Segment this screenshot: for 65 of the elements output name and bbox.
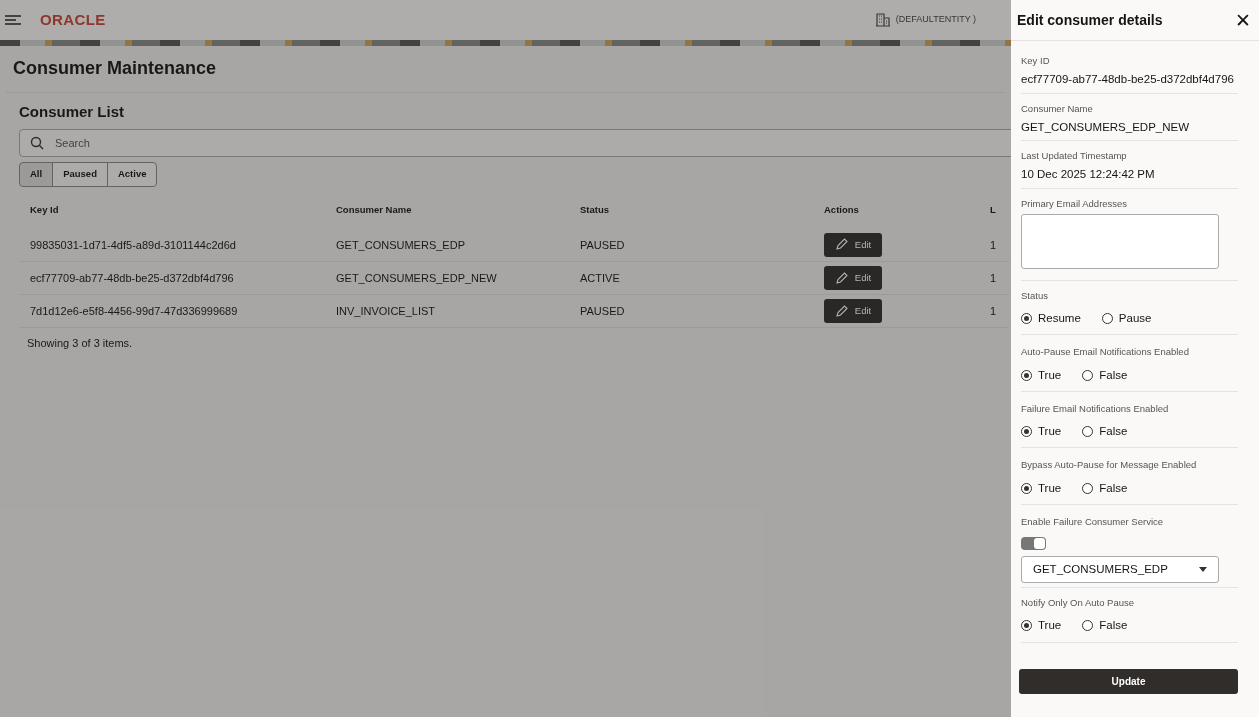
edit-button[interactable]: Edit — [824, 266, 882, 290]
table-cell: 99835031-1d71-4df5-a89d-3101144c2d6d — [30, 238, 236, 251]
field-value: ecf77709-ab77-48db-be25-d372dbf4d796 — [1021, 72, 1235, 88]
entity-label[interactable]: (DEFAULTENTITY ) — [895, 13, 976, 27]
field-label: Primary Email Addresses — [1021, 196, 1129, 211]
field-label: Enable Failure Consumer Service — [1021, 514, 1165, 529]
building-icon[interactable] — [875, 13, 890, 27]
pencil-icon — [834, 238, 848, 252]
table-cell: PAUSED — [580, 304, 625, 317]
radio-option[interactable]: True — [1021, 617, 1062, 635]
field-label: Notify Only On Auto Pause — [1021, 596, 1135, 610]
radio-option[interactable]: False — [1082, 479, 1128, 497]
item-count: Showing 3 of 3 items. — [27, 336, 134, 351]
radio-option[interactable]: False — [1082, 617, 1128, 635]
table-cell: 1 — [990, 271, 997, 284]
page-title: Consumer Maintenance — [13, 57, 218, 80]
close-button[interactable]: ✕ — [1233, 10, 1253, 30]
field-label: Status — [1021, 288, 1049, 303]
email-field[interactable] — [1021, 213, 1219, 269]
edit-button[interactable]: Edit — [824, 232, 882, 257]
field-label: Last Updated Timestamp — [1021, 149, 1128, 163]
table-cell: GET_CONSUMERS_EDP_NEW — [336, 271, 497, 284]
field-label: Key ID — [1021, 54, 1051, 68]
filter-button[interactable]: All — [19, 161, 54, 187]
field-label: Bypass Auto-Pause for Message Enabled — [1021, 458, 1198, 473]
table-cell: ecf77709-ab77-48db-be25-d372dbf4d796 — [30, 271, 234, 284]
table-cell: ACTIVE — [580, 271, 620, 284]
field-label: Failure Email Notifications Enabled — [1021, 401, 1170, 416]
caret-icon — [1199, 567, 1207, 572]
table-cell: INV_INVOICE_LIST — [336, 304, 436, 317]
radio-option[interactable]: True — [1021, 366, 1062, 384]
table-cell: 1 — [990, 238, 997, 251]
select-field[interactable]: GET_CONSUMERS_EDP — [1021, 556, 1219, 583]
menu-icon[interactable] — [5, 14, 21, 26]
toggle-switch[interactable] — [1021, 537, 1046, 550]
column-header: Actions — [824, 203, 859, 215]
filter-button[interactable]: Active — [106, 161, 158, 187]
radio-option[interactable]: False — [1082, 366, 1128, 384]
column-header: Key Id — [30, 203, 59, 215]
column-header: Status — [580, 203, 610, 215]
table-cell: 1 — [990, 304, 997, 317]
radio-option[interactable]: True — [1021, 423, 1062, 441]
pencil-icon — [834, 304, 848, 318]
panel-title: Edit consumer details — [1017, 10, 1163, 30]
field-value: 10 Dec 2025 12:24:42 PM — [1021, 167, 1156, 183]
search-field[interactable]: Search — [19, 128, 1011, 157]
pencil-icon — [834, 271, 848, 285]
table-cell: PAUSED — [580, 238, 625, 251]
edit-button[interactable]: Edit — [824, 299, 882, 323]
brand-logo: ORACLE — [40, 9, 106, 30]
table-cell: GET_CONSUMERS_EDP — [336, 238, 465, 251]
table-cell: 7d1d12e6-e5f8-4456-99d7-47d336999689 — [30, 304, 238, 317]
section-title: Consumer List — [19, 102, 125, 122]
search-icon — [30, 135, 44, 150]
field-label: Consumer Name — [1021, 101, 1094, 116]
column-header: L — [990, 203, 996, 215]
radio-option[interactable]: True — [1021, 479, 1062, 497]
radio-option[interactable]: Resume — [1021, 310, 1081, 328]
radio-option[interactable]: False — [1082, 423, 1128, 441]
column-header: Consumer Name — [336, 203, 412, 215]
update-button[interactable]: Update — [1019, 668, 1238, 694]
field-value: GET_CONSUMERS_EDP_NEW — [1021, 119, 1191, 135]
filter-button[interactable]: Paused — [52, 161, 108, 187]
radio-option[interactable]: Pause — [1101, 310, 1152, 328]
field-label: Auto-Pause Email Notifications Enabled — [1021, 345, 1190, 360]
